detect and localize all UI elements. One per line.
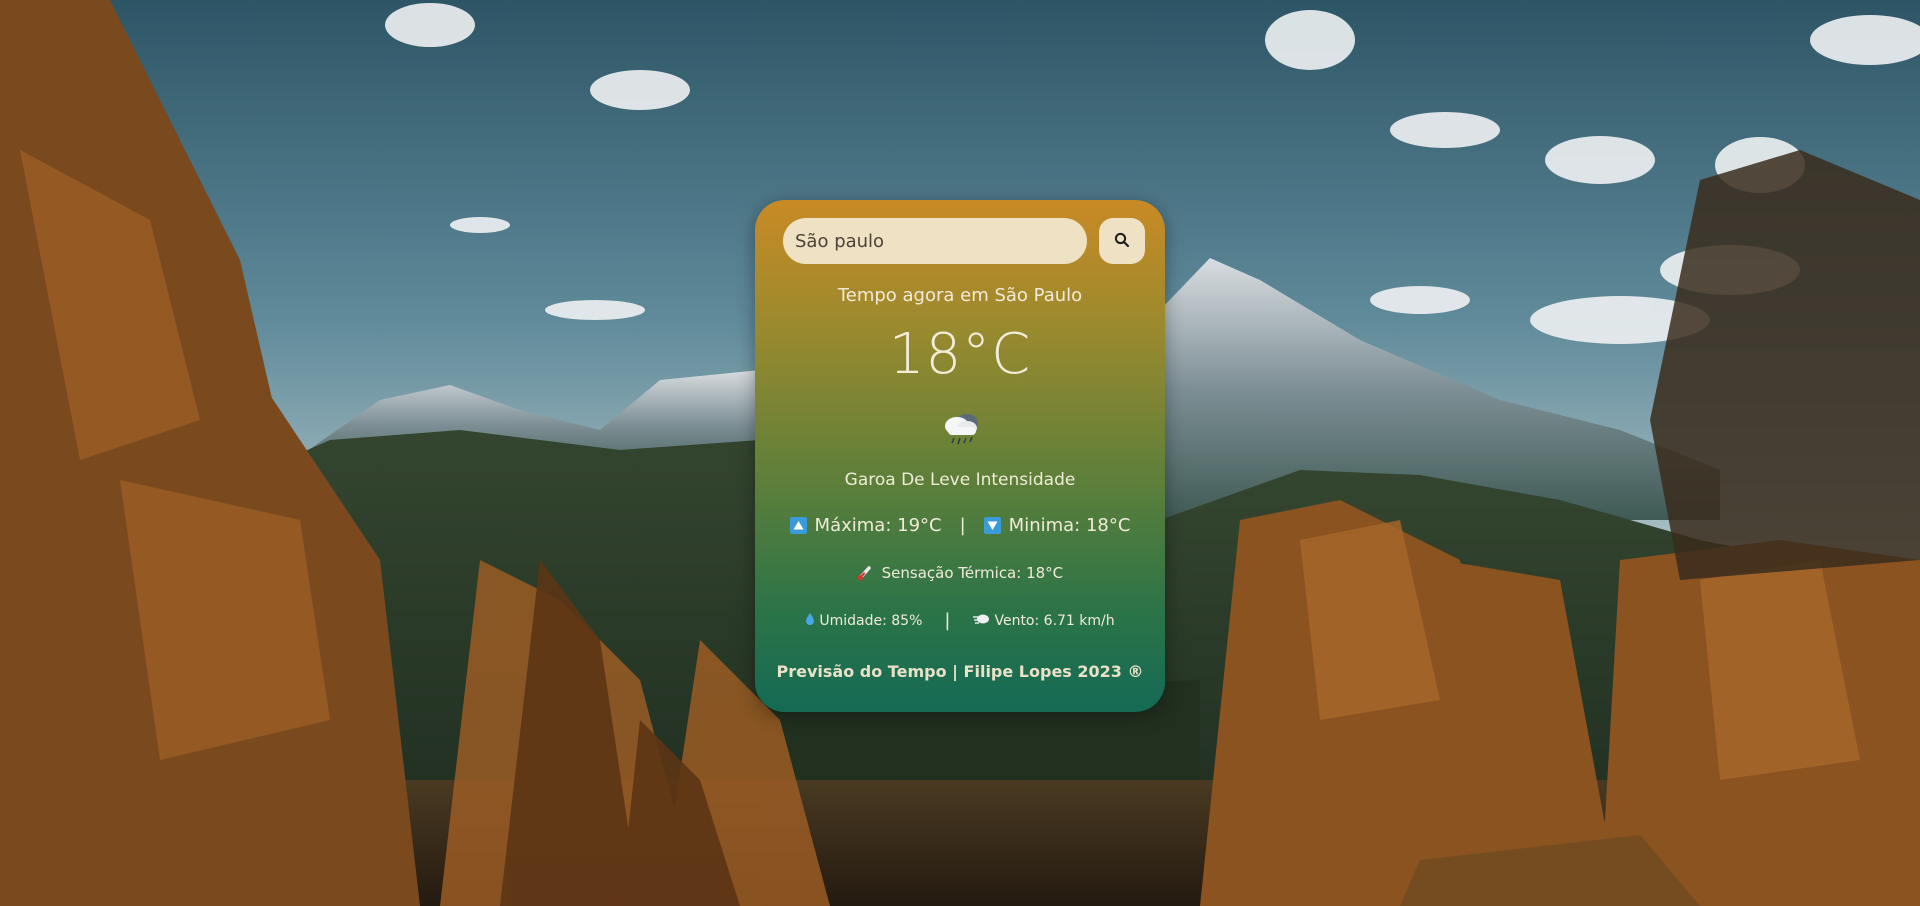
weather-card: Tempo agora em São Paulo 18°C Garoa De L… xyxy=(755,200,1165,712)
city-search-input[interactable] xyxy=(783,218,1087,264)
cloud-rain-icon xyxy=(940,410,982,446)
max-temperature: Máxima: 19°C xyxy=(814,515,942,536)
feels-like-row: Sensação Térmica: 18°C xyxy=(755,564,1165,585)
feels-like-temperature: Sensação Térmica: 18°C xyxy=(881,564,1064,582)
search-bar xyxy=(783,218,1145,264)
min-temperature: Minima: 18°C xyxy=(1008,515,1131,536)
weather-description: Garoa De Leve Intensidade xyxy=(844,470,1076,490)
footer-credit: Previsão do Tempo | Filipe Lopes 2023 ® xyxy=(776,662,1144,681)
wind-icon xyxy=(972,612,990,630)
arrow-up-icon xyxy=(789,517,807,534)
divider: | xyxy=(944,610,951,631)
current-temperature: 18°C xyxy=(888,322,1032,387)
humidity-wind-row: Umidade: 85% | Vento: 6.71 km/h xyxy=(755,610,1165,631)
thermometer-icon xyxy=(857,565,871,585)
search-icon xyxy=(1114,232,1130,251)
search-button[interactable] xyxy=(1099,218,1145,264)
wind-value: Vento: 6.71 km/h xyxy=(994,612,1115,629)
arrow-down-icon xyxy=(983,517,1001,534)
humidity-value: Umidade: 85% xyxy=(819,612,923,629)
min-max-row: Máxima: 19°C | Minima: 18°C xyxy=(755,515,1165,536)
city-heading: Tempo agora em São Paulo xyxy=(837,285,1083,306)
droplet-icon xyxy=(805,612,815,630)
divider: | xyxy=(959,515,966,536)
